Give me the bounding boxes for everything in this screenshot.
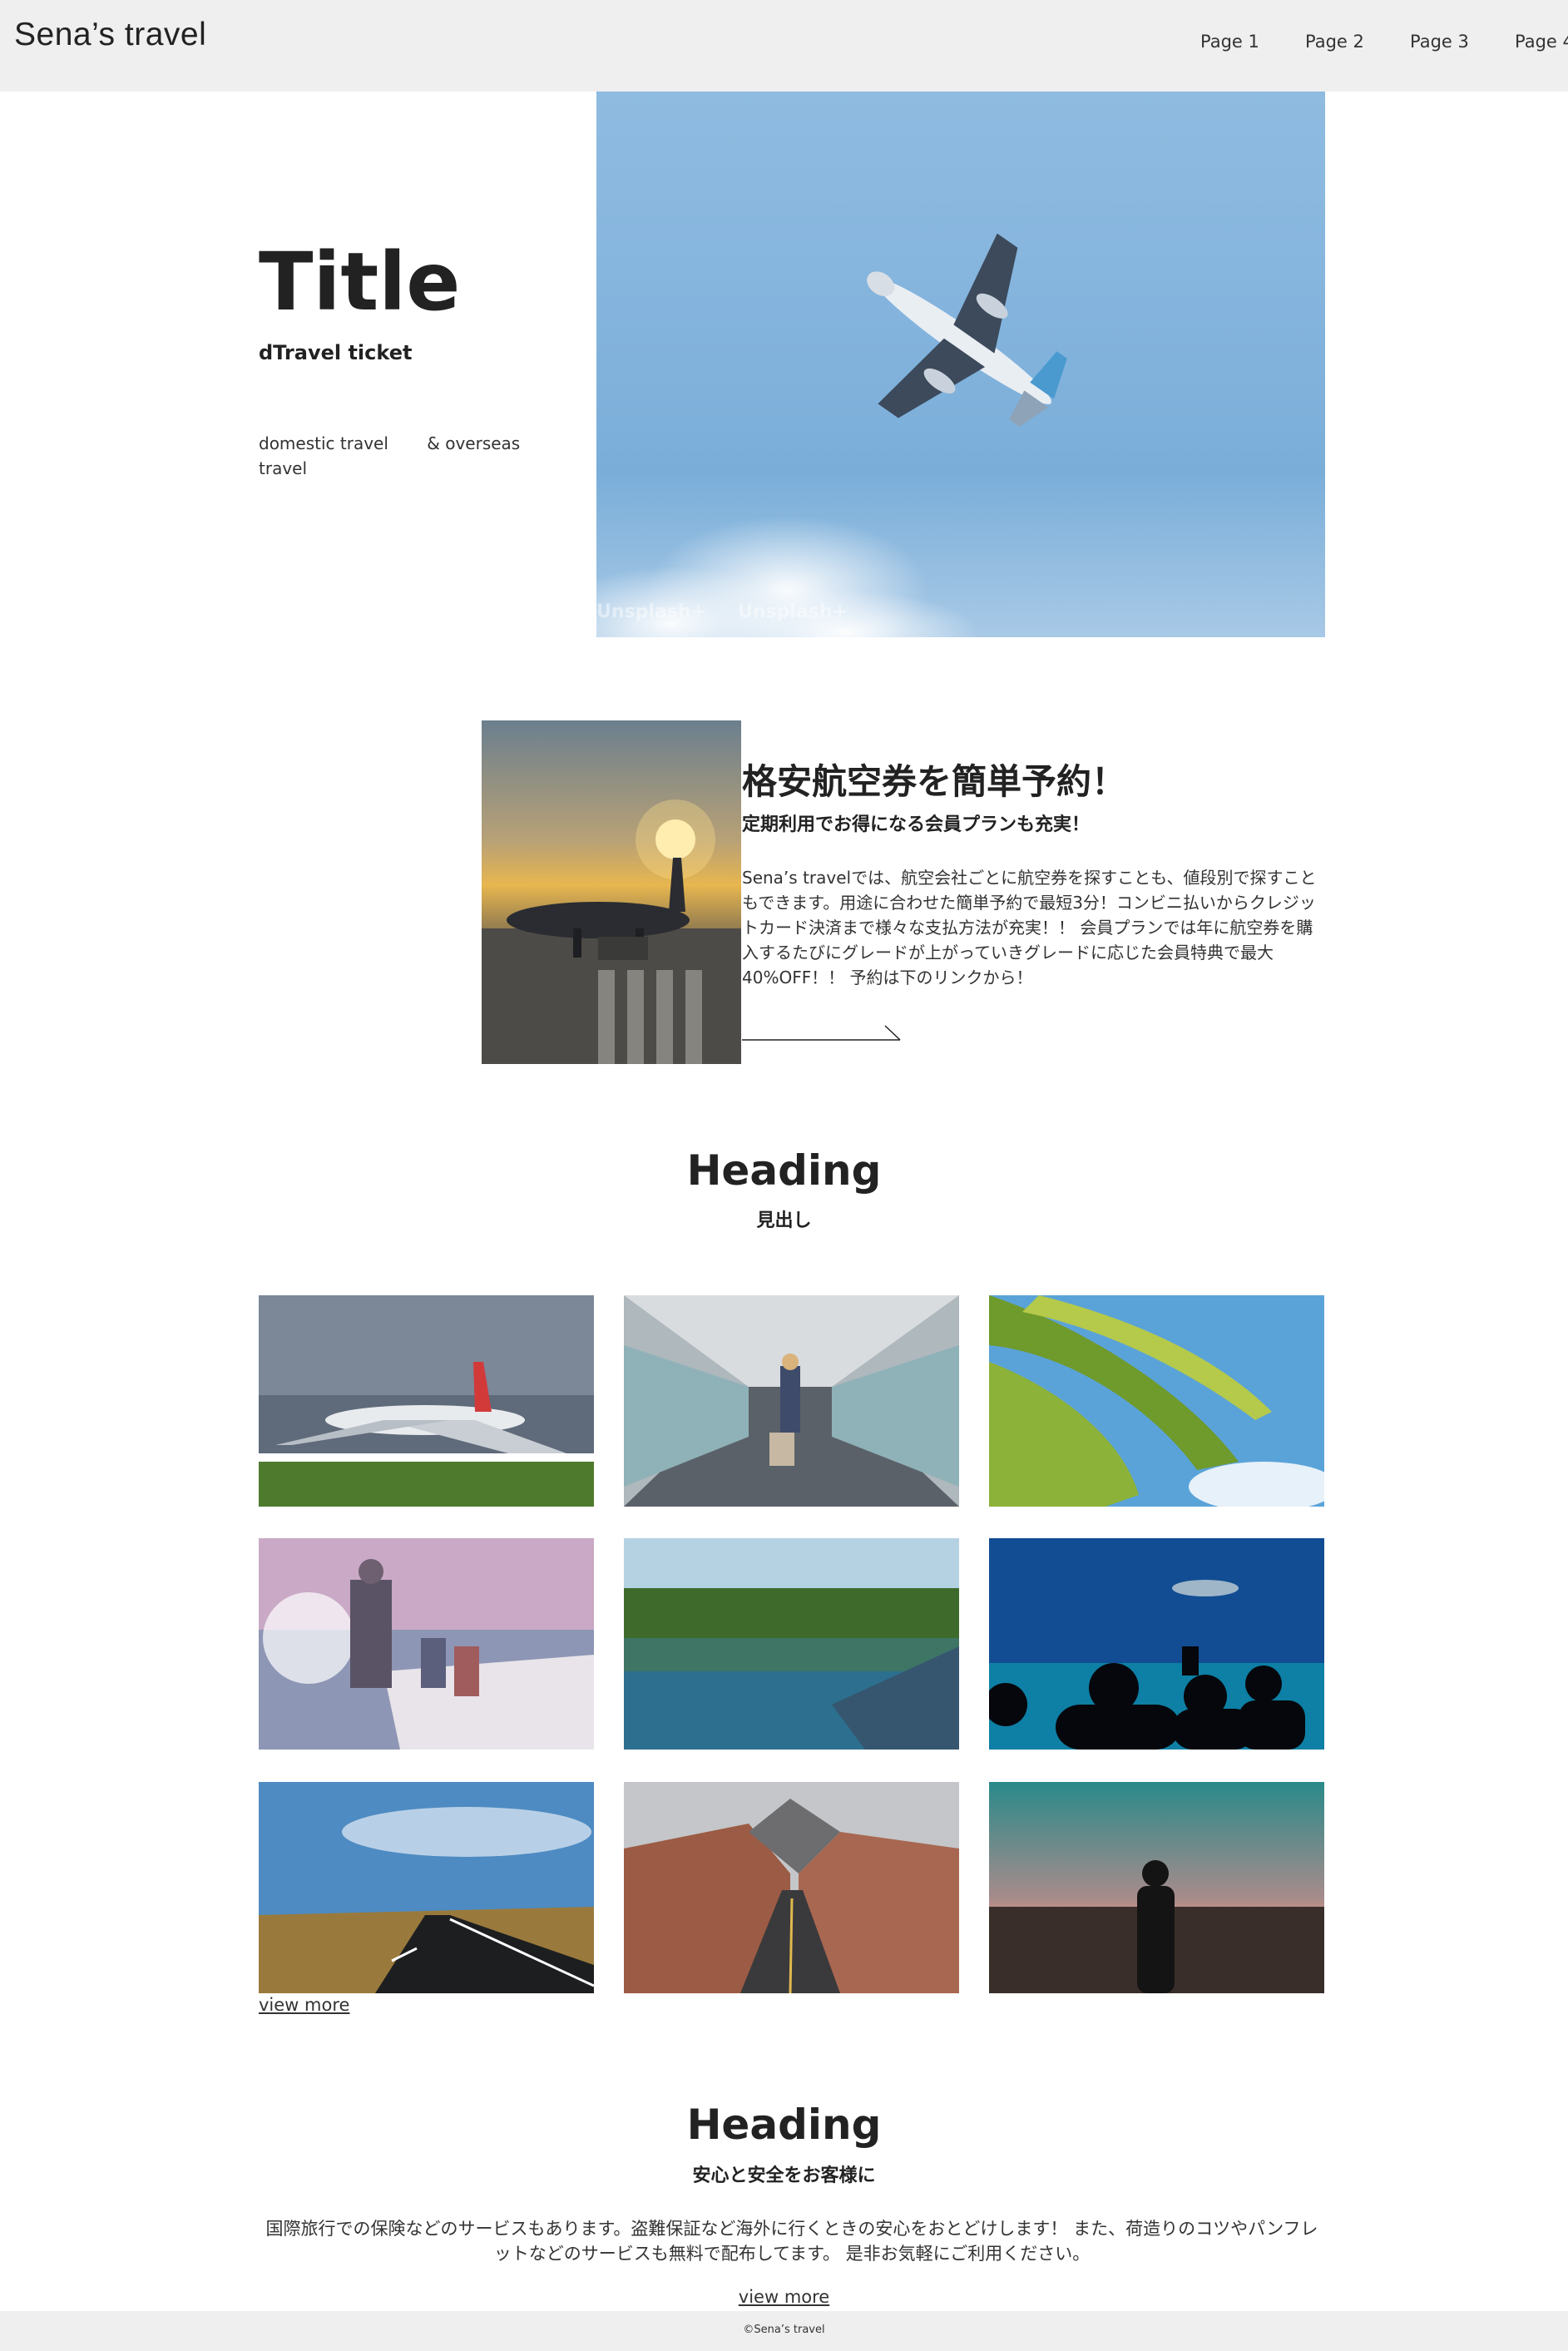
nav-page-2[interactable]: Page 2 <box>1305 32 1364 52</box>
gallery-image-airport-walkway[interactable] <box>624 1295 959 1507</box>
site-header: Sena’s travel Page 1 Page 2 Page 3 Page … <box>0 0 1568 92</box>
svg-text:Unsplash+: Unsplash+ <box>738 601 848 622</box>
gallery-image-palm-leaves[interactable] <box>989 1295 1324 1507</box>
hero-description: domestic travel & overseas travel <box>259 433 521 478</box>
feature-arrow-link[interactable] <box>742 1023 902 1042</box>
gallery-image-airplane-takeoff[interactable] <box>259 1295 594 1507</box>
gallery-subheading: 見出し <box>756 1210 812 1231</box>
hero-title: Title <box>259 235 461 329</box>
hero-airplane-image: Unsplash+ Unsplash+ <box>596 92 1325 637</box>
main-nav: Page 1 Page 2 Page 3 Page 4 <box>0 32 1568 57</box>
info-view-more-link[interactable]: view more <box>0 2287 1568 2307</box>
gallery-image-highway[interactable] <box>259 1782 594 1993</box>
nav-page-4[interactable]: Page 4 <box>1515 32 1568 52</box>
site-footer: ©Sena’s travel <box>0 2311 1568 2351</box>
gallery-image-sunset-silhouette[interactable] <box>989 1782 1324 1993</box>
nav-page-3[interactable]: Page 3 <box>1410 32 1469 52</box>
gallery-image-family-boat[interactable] <box>259 1538 594 1750</box>
info-subheading: 安心と安全をお客様に <box>692 2165 876 2186</box>
hero-subtitle: dTravel ticket <box>259 341 413 364</box>
feature-title: 格安航空券を簡単予約！ <box>742 761 1127 802</box>
arrow-right-icon <box>742 1025 901 1041</box>
feature-body-text: Sena’s travelでは、航空会社ごとに航空券を探すことも、値段別で探すこ… <box>742 868 1317 987</box>
gallery-image-canyon-road[interactable] <box>624 1782 959 1993</box>
nav-page-1[interactable]: Page 1 <box>1200 32 1259 52</box>
info-body-text: 国際旅行での保険などのサービスもあります。盗難保証など海外に行くときの安心をおと… <box>265 2219 1318 2264</box>
footer-copyright: ©Sena’s travel <box>743 2324 825 2336</box>
gallery-image-aquarium[interactable] <box>989 1538 1324 1750</box>
feature-subtitle: 定期利用でお得になる会員プランも充実！ <box>742 814 1091 835</box>
gallery-heading: Heading <box>686 1146 882 1195</box>
gallery-view-more-link[interactable]: view more <box>259 1995 349 2015</box>
info-heading: Heading <box>686 2101 882 2149</box>
watermark-text: Unsplash+ <box>596 601 706 622</box>
sunset-airplane-image <box>482 720 741 1064</box>
gallery-image-lake-canoe[interactable] <box>624 1538 959 1750</box>
